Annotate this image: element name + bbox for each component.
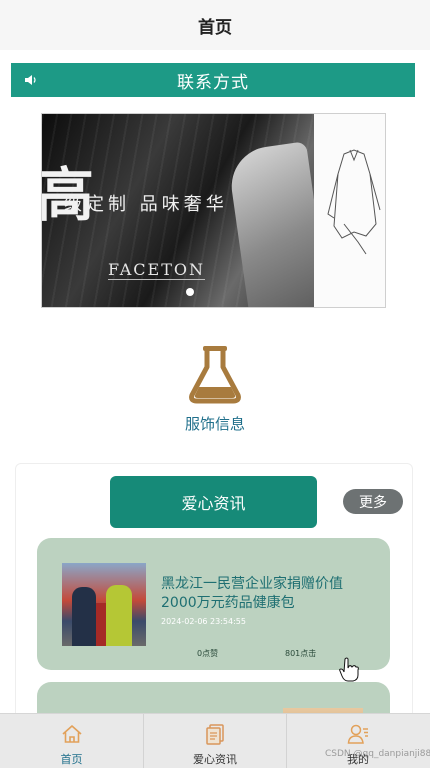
banner-carousel[interactable]: 高 级定制 品味奢华 FACETON xyxy=(41,113,386,308)
speaker-icon xyxy=(25,75,36,85)
user-icon xyxy=(347,724,368,744)
news-headline: 黑龙江一民营企业家捐赠价值2000万元药品健康包 xyxy=(161,576,343,611)
app-page: 首页 联系方式 高 级定制 品味奢华 FACETON xyxy=(0,0,430,768)
tab-label: 爱心资讯 xyxy=(193,753,237,766)
news-thumbnail xyxy=(62,563,146,646)
banner-brand: FACETON xyxy=(108,260,205,280)
home-icon xyxy=(61,725,82,743)
news-likes-count: 0点赞 xyxy=(197,649,219,658)
flask-icon xyxy=(189,346,241,404)
banner-next-slide-image xyxy=(314,114,385,307)
watermark-text: CSDN @qq_danpianji888 xyxy=(325,749,430,759)
news-clicks-count: 801点击 xyxy=(285,649,317,658)
tab-home[interactable]: 首页 xyxy=(0,714,143,768)
contact-button[interactable]: 联系方式 xyxy=(11,63,415,97)
news-timestamp: 2024-02-06 23:54:55 xyxy=(161,617,246,626)
tab-news[interactable]: 爱心资讯 xyxy=(143,714,286,768)
page-title: 首页 xyxy=(198,17,232,38)
document-icon xyxy=(206,724,224,745)
news-section-title[interactable]: 爱心资讯 xyxy=(110,476,317,528)
carousel-indicator-dot[interactable] xyxy=(186,288,194,296)
tab-profile[interactable]: 我的 xyxy=(286,714,429,768)
category-label: 服饰信息 xyxy=(184,415,245,433)
bottom-tab-bar: 首页 爱心资讯 我的 xyxy=(0,713,430,768)
news-list-item[interactable]: 黑龙江一民营企业家捐赠价值2000万元药品健康包 2024-02-06 23:5… xyxy=(37,538,390,670)
category-clothing-info[interactable]: 服饰信息 xyxy=(170,343,260,434)
hand-cursor-icon xyxy=(339,657,359,682)
top-nav-bar: 首页 xyxy=(0,0,430,50)
more-button[interactable]: 更多 xyxy=(343,489,403,514)
contact-label: 联系方式 xyxy=(177,72,249,93)
banner-image: 高 级定制 品味奢华 FACETON xyxy=(42,114,314,307)
tab-label: 首页 xyxy=(60,753,83,766)
banner-slogan: 级定制 品味奢华 xyxy=(64,194,228,215)
